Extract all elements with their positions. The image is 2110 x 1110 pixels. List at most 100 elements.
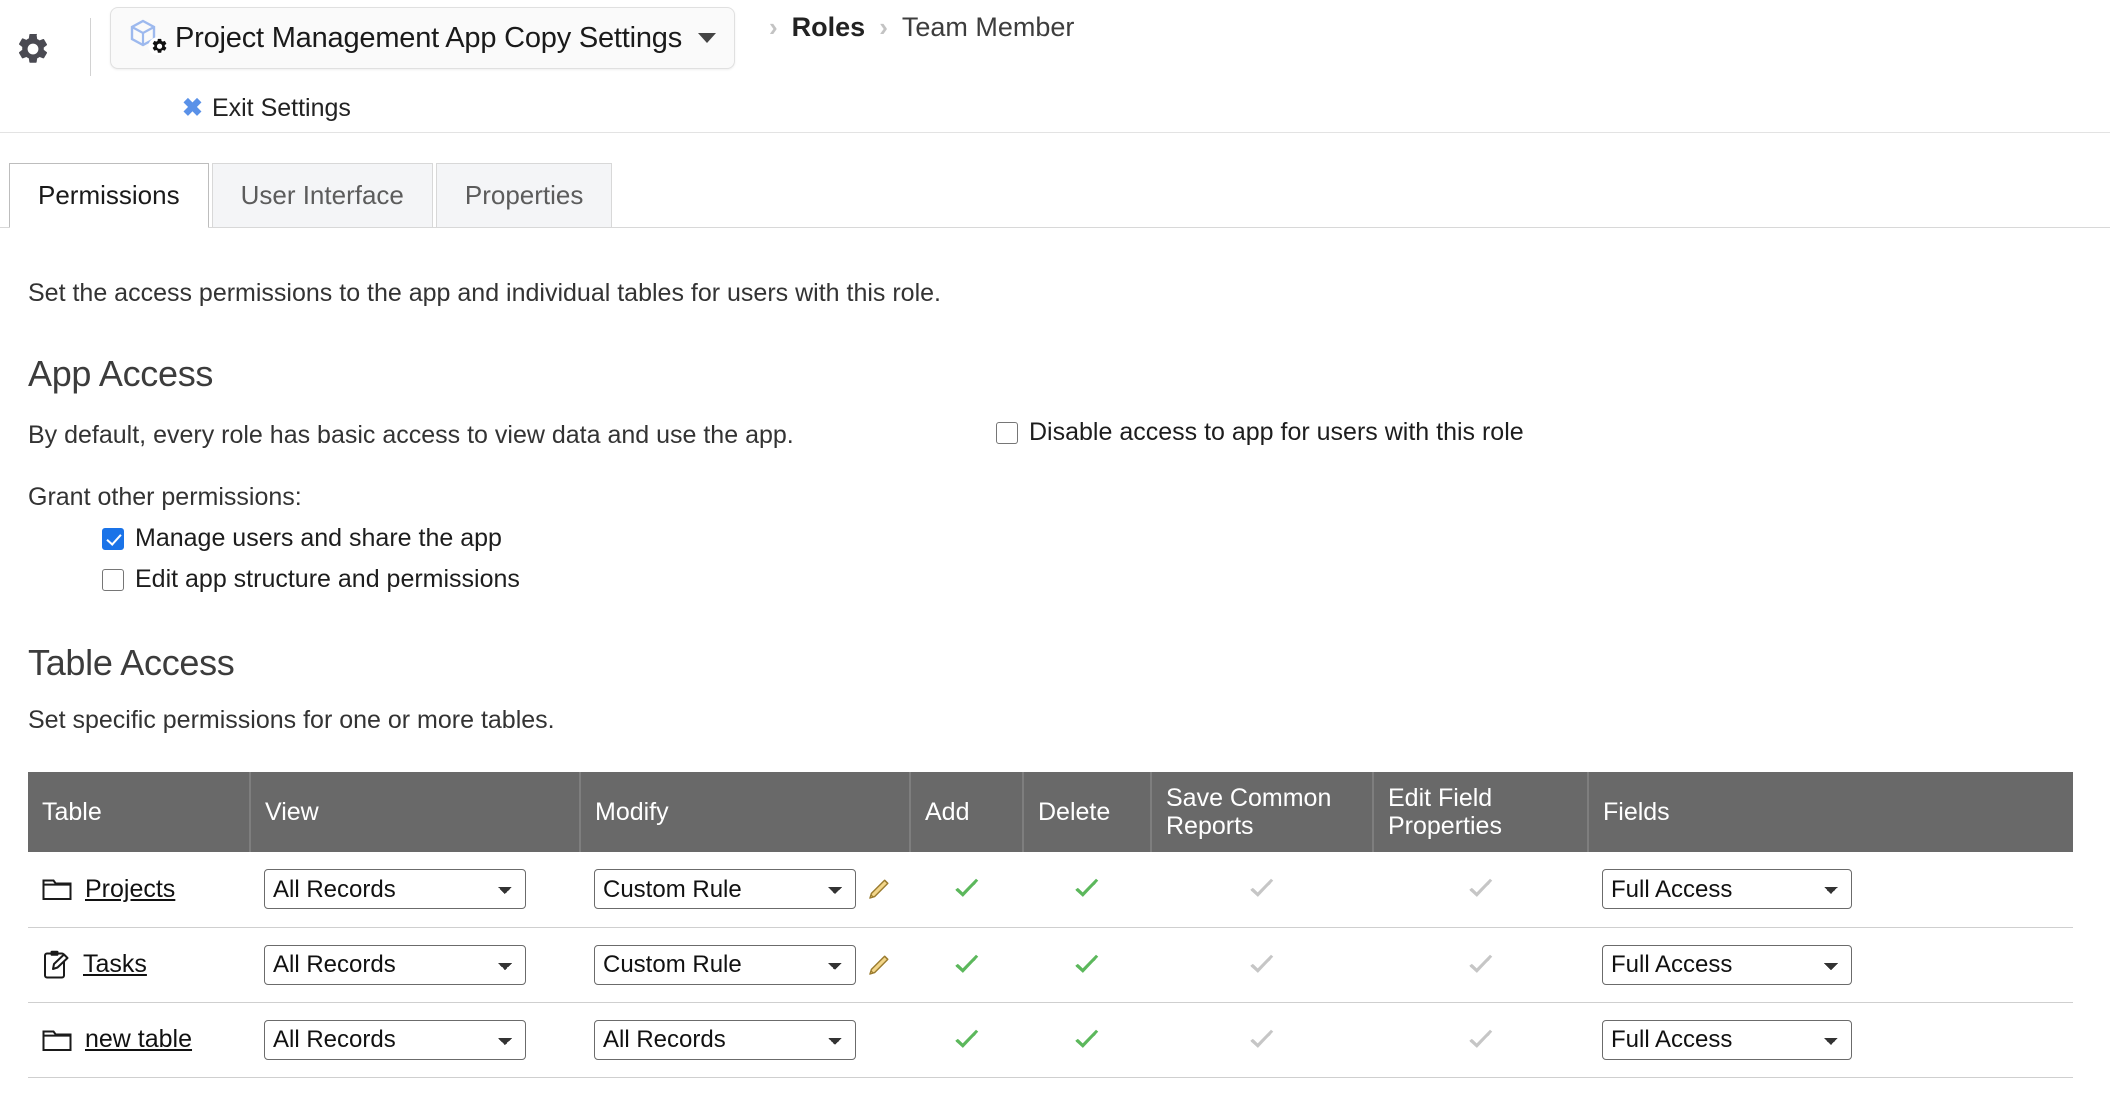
app-settings-switcher[interactable]: Project Management App Copy Settings (110, 7, 736, 69)
cell-fields: Full Access (1588, 1002, 2073, 1078)
check-green-icon (1075, 1029, 1099, 1048)
tab-label: User Interface (240, 180, 404, 210)
check-green-icon (1075, 954, 1099, 973)
disable-app-access-checkbox[interactable] (996, 421, 1018, 444)
pencil-icon[interactable] (866, 876, 892, 902)
app-access-default-text: By default, every role has basic access … (28, 421, 794, 449)
manage-users-label: Manage users and share the app (135, 524, 502, 552)
breadcrumb-separator: › (769, 12, 778, 42)
app-access-default-row: By default, every role has basic access … (28, 418, 2082, 453)
table-access-table: Table View Modify Add Delete Save Common… (28, 772, 2073, 1078)
cell-table-name: new table (28, 1002, 250, 1078)
exit-settings-label: Exit Settings (211, 94, 351, 122)
chevron-down-icon[interactable] (698, 33, 717, 43)
cell-delete[interactable] (1023, 927, 1151, 1003)
modify-select[interactable]: Custom Rule (594, 869, 856, 910)
check-gray-icon (1468, 1029, 1492, 1048)
fields-select[interactable]: Full Access (1602, 1019, 1852, 1060)
table-access-subtitle: Set specific permissions for one or more… (28, 706, 555, 734)
fields-select[interactable]: Full Access (1602, 944, 1852, 985)
app-access-heading: App Access (28, 353, 214, 394)
view-select[interactable]: All Records (264, 944, 526, 985)
view-select[interactable]: All Records (264, 869, 526, 910)
edit-structure-checkbox[interactable] (102, 568, 124, 591)
breadcrumb-item-team-member: Team Member (901, 11, 1075, 42)
col-add: Add (910, 772, 1024, 852)
col-edit-field-properties: Edit Field Properties (1373, 772, 1589, 852)
check-green-icon (1075, 879, 1099, 898)
tab-label: Permissions (38, 180, 180, 210)
cell-add[interactable] (910, 1002, 1023, 1078)
check-gray-icon (1468, 879, 1492, 898)
cell-save-common-reports[interactable] (1151, 852, 1373, 928)
col-view: View (250, 772, 581, 852)
tab-permissions[interactable]: Permissions (9, 163, 209, 228)
grant-permissions-label: Grant other permissions: (28, 483, 302, 511)
table-row: Projects All Records Custom Rule Full Acces… (28, 852, 2073, 928)
cell-save-common-reports[interactable] (1151, 927, 1373, 1003)
permissions-panel: Set the access permissions to the app an… (0, 279, 2110, 1078)
top-bar: Project Management App Copy Settings › R… (0, 0, 2110, 133)
exit-settings-link[interactable]: ✖ Exit Settings (182, 94, 351, 123)
modify-select[interactable]: All Records (594, 1019, 856, 1060)
check-gray-icon (1468, 954, 1492, 973)
table-access-table-wrap: Table View Modify Add Delete Save Common… (28, 772, 2082, 1078)
tab-user-interface[interactable]: User Interface (211, 163, 433, 227)
gear-icon (18, 33, 48, 63)
cell-add[interactable] (910, 852, 1023, 928)
table-name-link[interactable]: new table (85, 1025, 192, 1054)
cell-edit-field-properties[interactable] (1373, 852, 1588, 928)
breadcrumb-separator: › (879, 12, 888, 42)
intro-text: Set the access permissions to the app an… (28, 279, 941, 307)
table-access-heading: Table Access (28, 642, 235, 683)
cell-edit-field-properties[interactable] (1373, 927, 1588, 1003)
permission-edit-structure-row[interactable]: Edit app structure and permissions (102, 565, 2082, 594)
modify-select[interactable]: Custom Rule (594, 944, 856, 985)
col-delete: Delete (1023, 772, 1152, 852)
disable-app-access-row[interactable]: Disable access to app for users with thi… (996, 418, 1524, 447)
cell-view: All Records (250, 852, 580, 928)
breadcrumb: › Roles › Team Member (755, 6, 1074, 48)
col-modify: Modify (580, 772, 911, 852)
cell-view: All Records (250, 1002, 580, 1078)
cell-table-name: Tasks (28, 927, 250, 1003)
check-gray-icon (1250, 879, 1274, 898)
cell-save-common-reports[interactable] (1151, 1002, 1373, 1078)
cell-modify: Custom Rule (580, 927, 910, 1003)
col-fields: Fields (1588, 772, 2073, 852)
tab-properties[interactable]: Properties (435, 163, 613, 227)
cell-delete[interactable] (1023, 852, 1151, 928)
table-row: Tasks All Records Custom Rule Full Access (28, 927, 2073, 1003)
settings-tabs: Permissions User Interface Properties (0, 162, 2110, 228)
table-name-link[interactable]: Projects (85, 875, 175, 904)
tab-label: Properties (464, 180, 584, 210)
table-body: Projects All Records Custom Rule Full Acces… (28, 852, 2073, 1078)
clipboard-pen-icon (44, 950, 69, 978)
cell-fields: Full Access (1588, 852, 2073, 928)
fields-select[interactable]: Full Access (1602, 869, 1852, 910)
settings-gear-button[interactable] (14, 30, 52, 68)
cell-add[interactable] (910, 927, 1023, 1003)
app-cube-gear-icon (127, 17, 169, 59)
app-title: Project Management App Copy Settings (175, 21, 683, 54)
folder-icon (42, 1030, 72, 1051)
manage-users-checkbox[interactable] (102, 527, 124, 550)
table-header-row: Table View Modify Add Delete Save Common… (28, 772, 2073, 852)
cell-edit-field-properties[interactable] (1373, 1002, 1588, 1078)
disable-app-access-label: Disable access to app for users with thi… (1029, 418, 1524, 446)
check-gray-icon (1250, 954, 1274, 973)
permission-manage-users-row[interactable]: Manage users and share the app (102, 524, 2082, 553)
table-row: new table All Records All Records Full Acce… (28, 1002, 2073, 1078)
breadcrumb-item-roles[interactable]: Roles (792, 12, 866, 43)
edit-structure-label: Edit app structure and permissions (135, 565, 520, 593)
col-save-common-reports: Save Common Reports (1151, 772, 1374, 852)
view-select[interactable]: All Records (264, 1019, 526, 1060)
cell-table-name: Projects (28, 852, 250, 928)
toolbar-divider (90, 18, 91, 76)
check-green-icon (954, 1029, 978, 1048)
cell-delete[interactable] (1023, 1002, 1151, 1078)
table-name-link[interactable]: Tasks (83, 950, 147, 979)
cell-modify: Custom Rule (580, 852, 910, 928)
pencil-icon[interactable] (866, 952, 892, 978)
col-table: Table (28, 772, 251, 852)
